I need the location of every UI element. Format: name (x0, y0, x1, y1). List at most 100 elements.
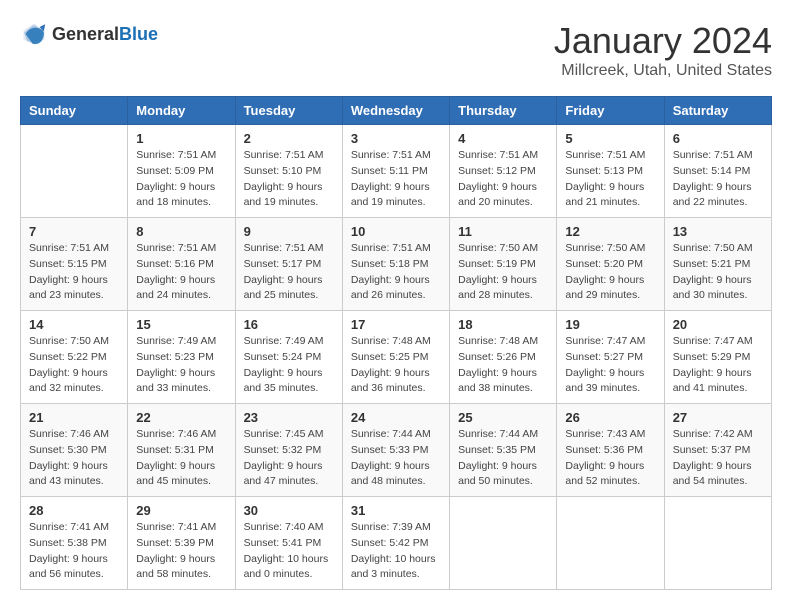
day-detail: Sunrise: 7:50 AMSunset: 5:19 PMDaylight:… (458, 241, 548, 304)
calendar-week-row: 28Sunrise: 7:41 AMSunset: 5:38 PMDayligh… (21, 497, 772, 590)
day-detail: Sunrise: 7:43 AMSunset: 5:36 PMDaylight:… (565, 427, 655, 490)
day-detail: Sunrise: 7:46 AMSunset: 5:31 PMDaylight:… (136, 427, 226, 490)
day-detail: Sunrise: 7:51 AMSunset: 5:16 PMDaylight:… (136, 241, 226, 304)
calendar-cell: 12 Sunrise: 7:50 AMSunset: 5:20 PMDayligh… (557, 218, 664, 311)
day-number: 14 (29, 317, 119, 332)
day-detail: Sunrise: 7:51 AMSunset: 5:12 PMDaylight:… (458, 148, 548, 211)
calendar-cell: 31 Sunrise: 7:39 AMSunset: 5:42 PMDayligh… (342, 497, 449, 590)
calendar-cell: 23 Sunrise: 7:45 AMSunset: 5:32 PMDayligh… (235, 404, 342, 497)
calendar-cell: 10 Sunrise: 7:51 AMSunset: 5:18 PMDayligh… (342, 218, 449, 311)
day-number: 25 (458, 410, 548, 425)
calendar-cell: 11 Sunrise: 7:50 AMSunset: 5:19 PMDayligh… (450, 218, 557, 311)
day-detail: Sunrise: 7:49 AMSunset: 5:24 PMDaylight:… (244, 334, 334, 397)
calendar-cell: 6 Sunrise: 7:51 AMSunset: 5:14 PMDaylight… (664, 125, 771, 218)
day-detail: Sunrise: 7:51 AMSunset: 5:09 PMDaylight:… (136, 148, 226, 211)
calendar-cell: 8 Sunrise: 7:51 AMSunset: 5:16 PMDaylight… (128, 218, 235, 311)
day-detail: Sunrise: 7:51 AMSunset: 5:14 PMDaylight:… (673, 148, 763, 211)
day-number: 17 (351, 317, 441, 332)
calendar-cell (557, 497, 664, 590)
day-number: 6 (673, 131, 763, 146)
day-number: 26 (565, 410, 655, 425)
day-detail: Sunrise: 7:44 AMSunset: 5:35 PMDaylight:… (458, 427, 548, 490)
day-number: 15 (136, 317, 226, 332)
header-tuesday: Tuesday (235, 97, 342, 125)
day-detail: Sunrise: 7:51 AMSunset: 5:15 PMDaylight:… (29, 241, 119, 304)
day-detail: Sunrise: 7:40 AMSunset: 5:41 PMDaylight:… (244, 520, 334, 583)
calendar-cell: 1 Sunrise: 7:51 AMSunset: 5:09 PMDaylight… (128, 125, 235, 218)
calendar-cell: 14 Sunrise: 7:50 AMSunset: 5:22 PMDayligh… (21, 311, 128, 404)
day-number: 30 (244, 503, 334, 518)
day-number: 16 (244, 317, 334, 332)
calendar-cell: 30 Sunrise: 7:40 AMSunset: 5:41 PMDayligh… (235, 497, 342, 590)
location-title: Millcreek, Utah, United States (554, 62, 772, 80)
calendar-cell: 22 Sunrise: 7:46 AMSunset: 5:31 PMDayligh… (128, 404, 235, 497)
day-number: 1 (136, 131, 226, 146)
day-detail: Sunrise: 7:51 AMSunset: 5:10 PMDaylight:… (244, 148, 334, 211)
calendar-cell: 3Sunrise: 7:51 AMSunset: 5:11 PMDaylight… (342, 125, 449, 218)
calendar-cell: 15 Sunrise: 7:49 AMSunset: 5:23 PMDayligh… (128, 311, 235, 404)
calendar-cell: 25 Sunrise: 7:44 AMSunset: 5:35 PMDayligh… (450, 404, 557, 497)
calendar-header-row: SundayMondayTuesdayWednesdayThursdayFrid… (21, 97, 772, 125)
day-number: 11 (458, 224, 548, 239)
day-number: 24 (351, 410, 441, 425)
day-number: 22 (136, 410, 226, 425)
logo-icon (20, 20, 48, 48)
calendar-cell: 18Sunrise: 7:48 AMSunset: 5:26 PMDayligh… (450, 311, 557, 404)
day-detail: Sunrise: 7:51 AMSunset: 5:18 PMDaylight:… (351, 241, 441, 304)
day-number: 28 (29, 503, 119, 518)
day-detail: Sunrise: 7:42 AMSunset: 5:37 PMDaylight:… (673, 427, 763, 490)
day-detail: Sunrise: 7:44 AMSunset: 5:33 PMDaylight:… (351, 427, 441, 490)
day-detail: Sunrise: 7:39 AMSunset: 5:42 PMDaylight:… (351, 520, 441, 583)
logo-blue: Blue (119, 24, 158, 45)
day-number: 5 (565, 131, 655, 146)
header-thursday: Thursday (450, 97, 557, 125)
calendar-week-row: 14 Sunrise: 7:50 AMSunset: 5:22 PMDayligh… (21, 311, 772, 404)
day-number: 19 (565, 317, 655, 332)
calendar-cell (21, 125, 128, 218)
calendar-cell: 17Sunrise: 7:48 AMSunset: 5:25 PMDayligh… (342, 311, 449, 404)
day-detail: Sunrise: 7:45 AMSunset: 5:32 PMDaylight:… (244, 427, 334, 490)
day-number: 20 (673, 317, 763, 332)
day-detail: Sunrise: 7:47 AMSunset: 5:29 PMDaylight:… (673, 334, 763, 397)
day-detail: Sunrise: 7:50 AMSunset: 5:22 PMDaylight:… (29, 334, 119, 397)
calendar-cell: 5Sunrise: 7:51 AMSunset: 5:13 PMDaylight… (557, 125, 664, 218)
calendar-week-row: 21Sunrise: 7:46 AMSunset: 5:30 PMDayligh… (21, 404, 772, 497)
logo-text: General Blue (52, 24, 158, 45)
day-number: 8 (136, 224, 226, 239)
day-number: 13 (673, 224, 763, 239)
day-detail: Sunrise: 7:41 AMSunset: 5:39 PMDaylight:… (136, 520, 226, 583)
day-number: 4 (458, 131, 548, 146)
calendar-cell: 20 Sunrise: 7:47 AMSunset: 5:29 PMDayligh… (664, 311, 771, 404)
day-detail: Sunrise: 7:46 AMSunset: 5:30 PMDaylight:… (29, 427, 119, 490)
day-detail: Sunrise: 7:49 AMSunset: 5:23 PMDaylight:… (136, 334, 226, 397)
header-sunday: Sunday (21, 97, 128, 125)
header-wednesday: Wednesday (342, 97, 449, 125)
title-area: January 2024 Millcreek, Utah, United Sta… (554, 20, 772, 80)
day-number: 23 (244, 410, 334, 425)
day-detail: Sunrise: 7:51 AMSunset: 5:11 PMDaylight:… (351, 148, 441, 211)
day-detail: Sunrise: 7:47 AMSunset: 5:27 PMDaylight:… (565, 334, 655, 397)
page-header: General Blue January 2024 Millcreek, Uta… (20, 20, 772, 80)
header-friday: Friday (557, 97, 664, 125)
day-number: 9 (244, 224, 334, 239)
day-number: 29 (136, 503, 226, 518)
logo: General Blue (20, 20, 158, 48)
header-saturday: Saturday (664, 97, 771, 125)
calendar-table: SundayMondayTuesdayWednesdayThursdayFrid… (20, 96, 772, 590)
day-number: 10 (351, 224, 441, 239)
day-number: 27 (673, 410, 763, 425)
day-number: 12 (565, 224, 655, 239)
day-number: 18 (458, 317, 548, 332)
calendar-cell: 9 Sunrise: 7:51 AMSunset: 5:17 PMDaylight… (235, 218, 342, 311)
calendar-cell (664, 497, 771, 590)
calendar-cell: 19 Sunrise: 7:47 AMSunset: 5:27 PMDayligh… (557, 311, 664, 404)
day-number: 31 (351, 503, 441, 518)
calendar-cell (450, 497, 557, 590)
day-detail: Sunrise: 7:51 AMSunset: 5:17 PMDaylight:… (244, 241, 334, 304)
day-detail: Sunrise: 7:50 AMSunset: 5:20 PMDaylight:… (565, 241, 655, 304)
calendar-cell: 2Sunrise: 7:51 AMSunset: 5:10 PMDaylight… (235, 125, 342, 218)
day-number: 7 (29, 224, 119, 239)
month-title: January 2024 (554, 20, 772, 62)
calendar-cell: 29 Sunrise: 7:41 AMSunset: 5:39 PMDayligh… (128, 497, 235, 590)
logo-general: General (52, 24, 119, 45)
